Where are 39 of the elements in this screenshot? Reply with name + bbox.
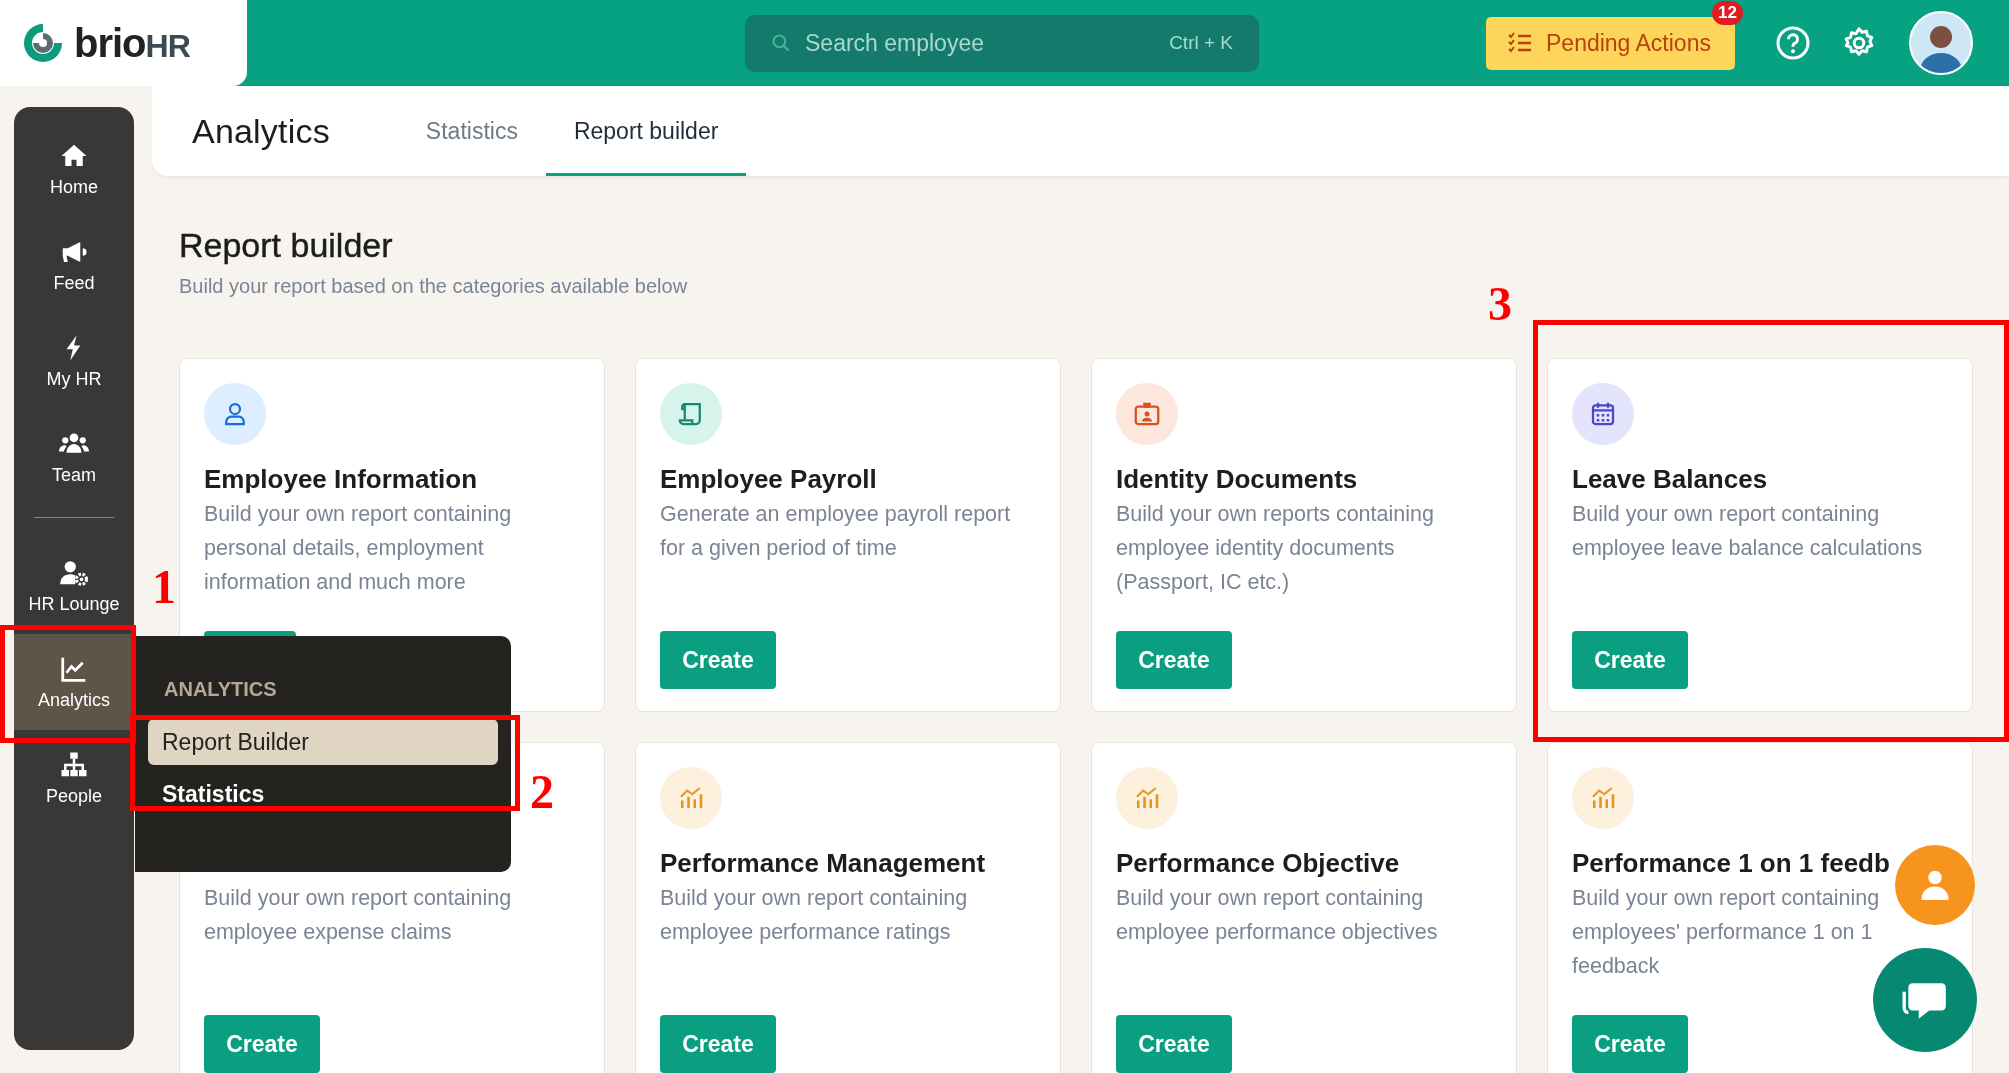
sidebar-item[interactable]: My HR — [14, 313, 134, 409]
sidebar-item[interactable]: Team — [14, 409, 134, 505]
sidebar-item[interactable]: Home — [14, 121, 134, 217]
card-description: Build your own reports containing employee identity documents (Passport, IC etc.) — [1116, 501, 1435, 596]
card-title: Employee Information — [204, 463, 478, 496]
card-description: Build your own report containing employee expense claims — [204, 885, 513, 946]
card-description: Build your own report containing employees' performance 1 on 1 feedback — [1572, 885, 1881, 980]
card-title: Leave Balances — [1572, 463, 1768, 496]
sidebar-item[interactable]: Feed — [14, 217, 134, 313]
page-title: Analytics — [192, 111, 330, 151]
help-icon[interactable] — [1775, 25, 1811, 61]
card-title: Employee Payroll — [660, 463, 877, 496]
step-number: 2 — [530, 768, 554, 816]
card-description: Build your own report containing employee performance objectives — [1116, 885, 1439, 946]
step-number: 1 — [152, 563, 176, 611]
card-description: Build your own report containing employee leave balance calculations — [1572, 501, 1924, 562]
checklist-icon — [1508, 32, 1532, 54]
menu-item[interactable]: Report Builder — [148, 719, 498, 765]
sidebar-item[interactable]: HR Lounge — [14, 538, 134, 634]
menu-heading: ANALYTICS — [163, 678, 277, 701]
tab[interactable]: Report builder — [545, 86, 747, 176]
card-description: Build your own report containing employee performance ratings — [660, 885, 969, 946]
section-subtitle: Build your report based on the categories available below — [179, 275, 689, 298]
tab[interactable]: Statistics — [397, 86, 546, 176]
count-badge: 12 — [1712, 0, 1743, 25]
step-number: 3 — [1488, 280, 1512, 328]
card-description: Generate an employee payroll report for a given period of time — [660, 501, 1012, 562]
avatar[interactable] — [1909, 11, 1973, 75]
menu-item[interactable]: Statistics — [148, 771, 498, 817]
brand-logo: brioHR — [74, 20, 190, 66]
card-title: Performance 1 on 1 feedb — [1572, 847, 1890, 880]
section-title: Report builder — [179, 226, 394, 265]
sidebar-item[interactable]: People — [14, 730, 134, 826]
card-title: Identity Documents — [1116, 463, 1358, 496]
card-title: Performance Management — [660, 847, 986, 880]
sidebar-item[interactable]: Analytics — [14, 634, 134, 730]
card-title: Performance Objective — [1116, 847, 1400, 880]
search-icon — [771, 33, 791, 53]
card-description: Build your own report containing personal details, employment information and much more — [204, 501, 513, 596]
